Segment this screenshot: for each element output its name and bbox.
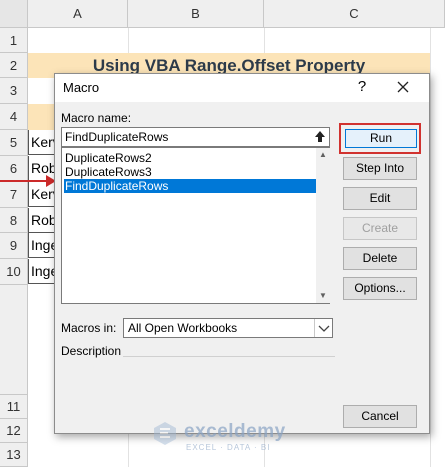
description-divider: [123, 356, 335, 357]
macro-list[interactable]: DuplicateRows2 DuplicateRows3 FindDuplic…: [61, 147, 330, 304]
options-button[interactable]: Options...: [343, 277, 417, 300]
select-all-corner[interactable]: [0, 0, 28, 28]
run-highlight-box: Run: [339, 123, 421, 154]
list-scrollbar[interactable]: ▲ ▼: [316, 148, 330, 303]
run-button[interactable]: Run: [345, 129, 417, 148]
create-button[interactable]: Create: [343, 217, 417, 240]
description-label: Description: [61, 344, 122, 358]
row-header-3[interactable]: 3: [0, 78, 28, 104]
row-header-9[interactable]: 9: [0, 233, 28, 259]
macros-in-value: All Open Workbooks: [128, 321, 238, 335]
column-header-a[interactable]: A: [28, 0, 128, 28]
macros-in-select[interactable]: All Open Workbooks: [123, 318, 333, 338]
column-header-c[interactable]: C: [264, 0, 445, 28]
scroll-down-icon[interactable]: ▼: [316, 289, 330, 303]
upload-arrow-icon[interactable]: [311, 128, 329, 146]
help-icon[interactable]: ?: [352, 77, 372, 97]
close-icon[interactable]: [391, 76, 415, 98]
edit-button[interactable]: Edit: [343, 187, 417, 210]
delete-button[interactable]: Delete: [343, 247, 417, 270]
row-header-7[interactable]: 7: [0, 182, 28, 208]
row-header-11[interactable]: 11: [0, 395, 28, 419]
gridline: [430, 28, 431, 467]
exceldemy-logo-icon: [154, 422, 176, 445]
chevron-down-icon[interactable]: [314, 319, 332, 337]
step-into-button[interactable]: Step Into: [343, 157, 417, 180]
row-header-4[interactable]: 4: [0, 104, 28, 130]
row-header-6[interactable]: 6: [0, 156, 28, 182]
macro-dialog: Macro ? Macro name: DuplicateRows2 Dupli…: [54, 73, 430, 434]
column-header-b[interactable]: B: [128, 0, 264, 28]
row-header-8[interactable]: 8: [0, 208, 28, 233]
macros-in-label: Macros in:: [61, 321, 117, 335]
annotation-arrow: [0, 180, 48, 182]
macro-list-item-selected[interactable]: FindDuplicateRows: [64, 179, 318, 193]
row-header-2[interactable]: 2: [0, 53, 28, 78]
description-text-area: [61, 358, 331, 400]
cancel-button[interactable]: Cancel: [343, 405, 417, 428]
row-header-hidden-region: [0, 285, 28, 395]
scroll-up-icon[interactable]: ▲: [316, 148, 330, 162]
macro-name-label: Macro name:: [61, 111, 132, 125]
row-header-12[interactable]: 12: [0, 419, 28, 443]
row-header-1[interactable]: 1: [0, 28, 28, 53]
watermark-tagline: EXCEL · DATA · BI: [186, 443, 271, 452]
dialog-titlebar[interactable]: Macro ?: [55, 74, 429, 102]
watermark-name: exceldemy: [184, 421, 286, 442]
row-header-10[interactable]: 10: [0, 259, 28, 285]
dialog-title: Macro: [63, 80, 100, 95]
row-header-13[interactable]: 13: [0, 443, 28, 467]
macro-list-item[interactable]: DuplicateRows3: [64, 165, 318, 179]
row-header-5[interactable]: 5: [0, 130, 28, 156]
macro-name-input[interactable]: [61, 127, 330, 147]
macro-list-item[interactable]: DuplicateRows2: [64, 151, 318, 165]
